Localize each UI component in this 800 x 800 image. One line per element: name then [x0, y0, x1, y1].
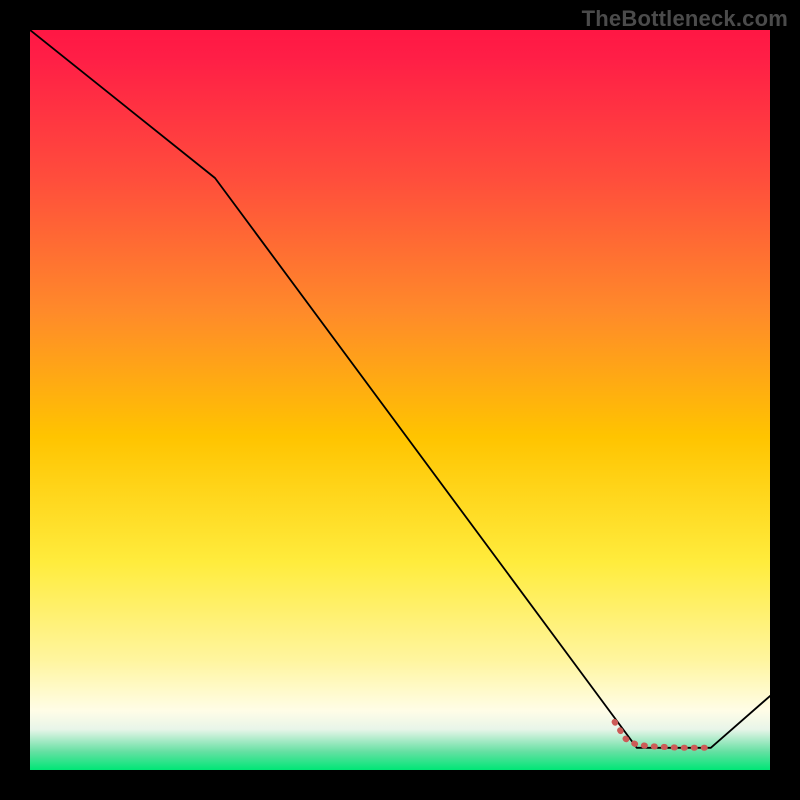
gradient-background — [30, 30, 770, 770]
chart-svg — [30, 30, 770, 770]
chart-frame: TheBottleneck.com — [0, 0, 800, 800]
watermark-text: TheBottleneck.com — [582, 6, 788, 32]
plot-area — [30, 30, 770, 770]
